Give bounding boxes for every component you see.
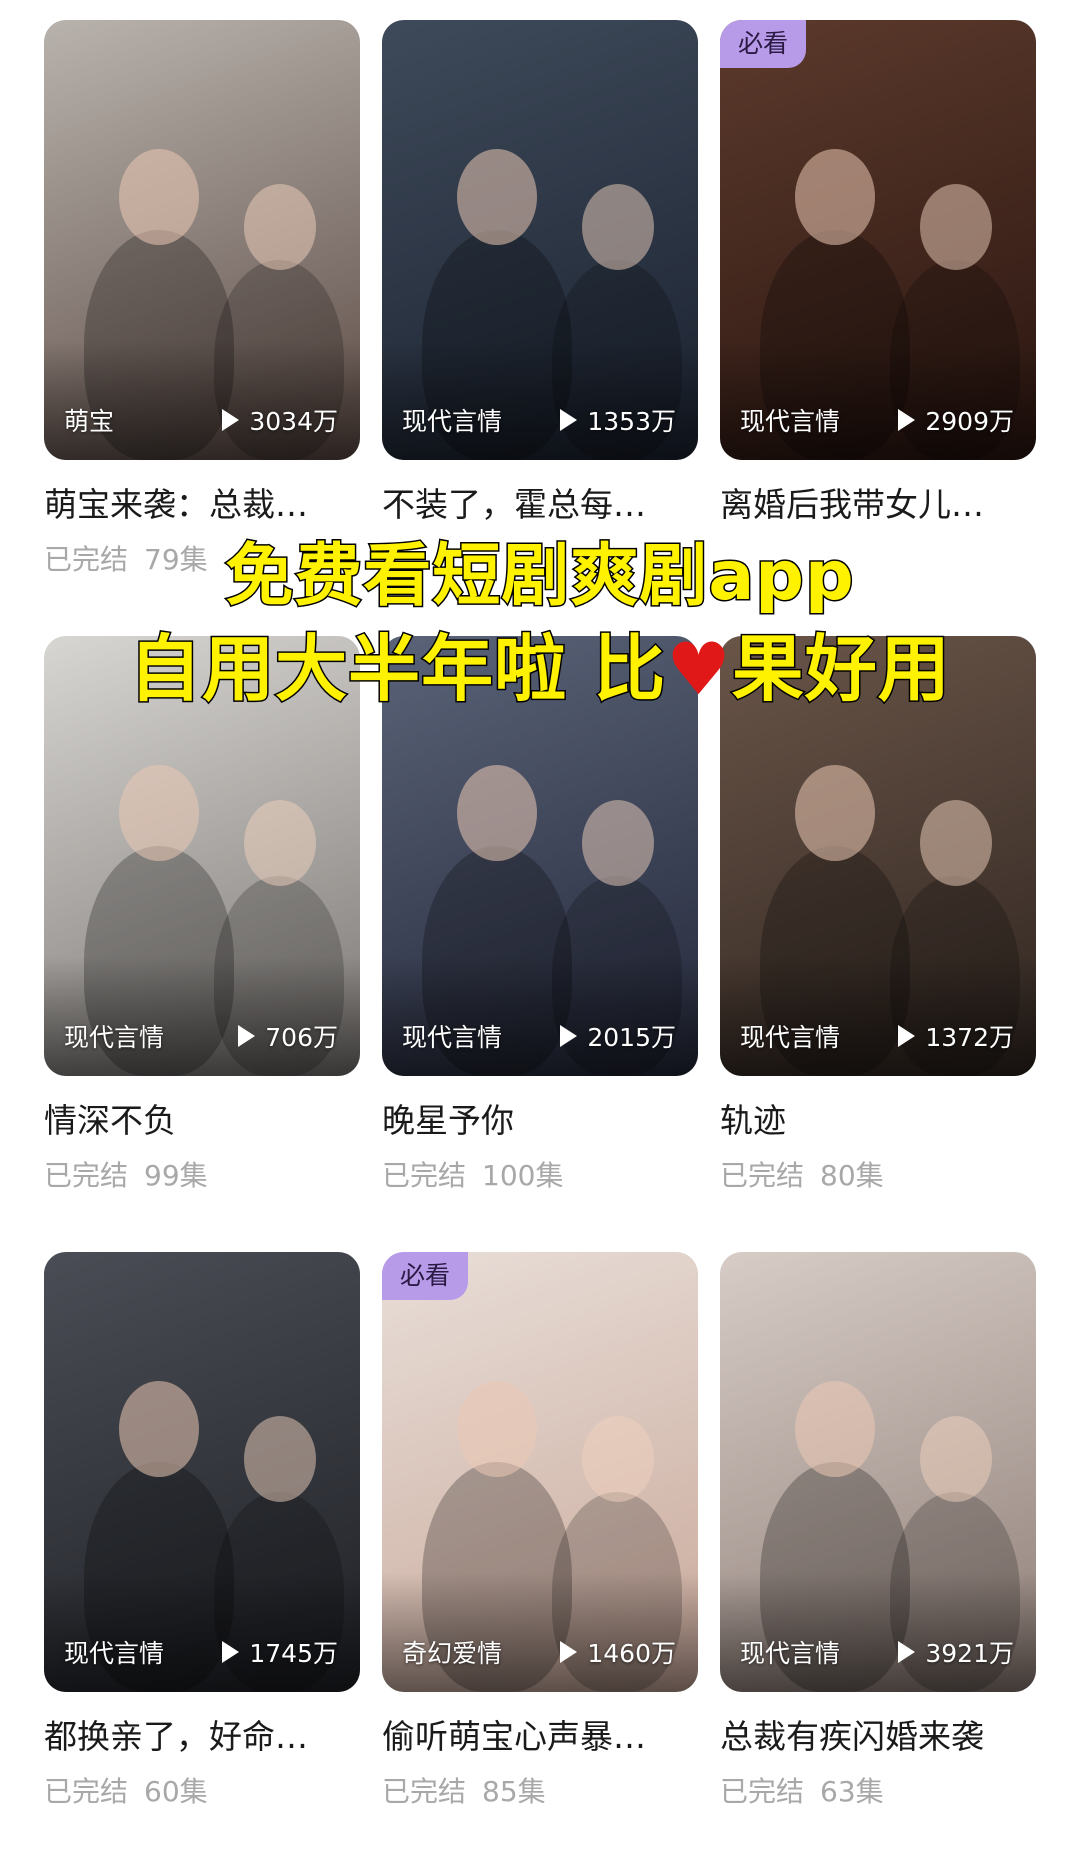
play-count-value: 1460万 xyxy=(587,1639,676,1668)
poster-gradient xyxy=(720,956,1036,1076)
drama-title[interactable]: 总裁有疾闪婚来袭 xyxy=(720,1716,1036,1758)
play-count: 1460万 xyxy=(560,1634,676,1670)
drama-meta: 已完结 99集 xyxy=(44,1158,360,1194)
drama-meta: 已完结 80集 xyxy=(720,1158,1036,1194)
poster-gradient xyxy=(382,340,698,460)
play-count-value: 2909万 xyxy=(925,407,1014,436)
drama-meta: 已完结 63集 xyxy=(720,1774,1036,1810)
drama-poster[interactable]: 现代言情 2015万 xyxy=(382,636,698,1076)
play-count: 1372万 xyxy=(898,1018,1014,1054)
genre-label: 现代言情 xyxy=(64,1639,165,1668)
episode-count: 63集 xyxy=(820,1775,884,1808)
drama-meta: 已完结 79集 xyxy=(44,542,360,578)
episode-count: 100集 xyxy=(482,1159,564,1192)
drama-title[interactable]: 都换亲了，好命… xyxy=(44,1716,360,1758)
drama-poster[interactable]: 萌宝 3034万 xyxy=(44,20,360,460)
completion-status: 已完结 xyxy=(382,1159,467,1192)
drama-card[interactable]: 必看现代言情 2909万离婚后我带女儿… xyxy=(720,20,1036,636)
drama-title[interactable]: 不装了，霍总每… xyxy=(382,484,698,526)
play-count: 3034万 xyxy=(222,402,338,438)
play-count: 1745万 xyxy=(222,1634,338,1670)
drama-poster[interactable]: 必看奇幻爱情 1460万 xyxy=(382,1252,698,1692)
completion-status: 已完结 xyxy=(44,1775,129,1808)
play-count-value: 1353万 xyxy=(587,407,676,436)
genre-label: 奇幻爱情 xyxy=(402,1639,503,1668)
episode-count: 80集 xyxy=(820,1159,884,1192)
play-count-value: 3034万 xyxy=(249,407,338,436)
play-icon xyxy=(560,1641,578,1663)
genre-label: 现代言情 xyxy=(64,1023,165,1052)
play-icon xyxy=(898,409,916,431)
drama-title[interactable]: 偷听萌宝心声暴… xyxy=(382,1716,698,1758)
poster-gradient xyxy=(382,1572,698,1692)
genre-label: 现代言情 xyxy=(402,1023,503,1052)
play-icon xyxy=(238,1025,256,1047)
genre-label: 现代言情 xyxy=(740,407,841,436)
drama-title[interactable]: 晚星予你 xyxy=(382,1100,698,1142)
play-icon xyxy=(898,1641,916,1663)
must-watch-badge: 必看 xyxy=(720,20,806,68)
completion-status: 已完结 xyxy=(720,1775,805,1808)
poster-gradient xyxy=(44,340,360,460)
play-count: 2015万 xyxy=(560,1018,676,1054)
drama-card[interactable]: 必看奇幻爱情 1460万偷听萌宝心声暴… 已完结 85集 xyxy=(382,1252,698,1868)
drama-meta: 已完结 60集 xyxy=(44,1774,360,1810)
drama-poster[interactable]: 现代言情 1745万 xyxy=(44,1252,360,1692)
genre-label: 萌宝 xyxy=(64,407,115,436)
drama-card[interactable]: 现代言情 3921万总裁有疾闪婚来袭已完结 63集 xyxy=(720,1252,1036,1868)
play-count-value: 1372万 xyxy=(925,1023,1014,1052)
episode-count: 99集 xyxy=(144,1159,208,1192)
drama-meta: 已完结 85集 xyxy=(382,1774,698,1810)
play-count: 2909万 xyxy=(898,402,1014,438)
play-icon xyxy=(560,409,578,431)
drama-card[interactable]: 现代言情 1372万轨迹已完结 80集 xyxy=(720,636,1036,1252)
episode-count: 79集 xyxy=(144,543,208,576)
drama-card[interactable]: 萌宝 3034万萌宝来袭：总裁… 已完结 79集 xyxy=(44,20,360,636)
drama-title[interactable]: 轨迹 xyxy=(720,1100,1036,1142)
play-count-value: 1745万 xyxy=(249,1639,338,1668)
drama-meta: 已完结 100集 xyxy=(382,1158,698,1194)
drama-poster[interactable]: 现代言情 1372万 xyxy=(720,636,1036,1076)
play-icon xyxy=(222,1641,240,1663)
poster-gradient xyxy=(720,1572,1036,1692)
drama-poster[interactable]: 现代言情 3921万 xyxy=(720,1252,1036,1692)
episode-count: 60集 xyxy=(144,1775,208,1808)
play-icon xyxy=(222,409,240,431)
drama-grid: 萌宝 3034万 萌宝来袭：总裁… 已完结 79集 现代言情 1353万 不装了，霍总每… 必看… xyxy=(44,20,1036,1868)
poster-gradient xyxy=(720,340,1036,460)
play-icon xyxy=(898,1025,916,1047)
genre-label: 现代言情 xyxy=(402,407,503,436)
play-count: 1353万 xyxy=(560,402,676,438)
poster-gradient xyxy=(44,956,360,1076)
drama-card[interactable]: 现代言情 1353万不装了，霍总每… xyxy=(382,20,698,636)
completion-status: 已完结 xyxy=(720,1159,805,1192)
completion-status: 已完结 xyxy=(44,543,129,576)
poster-gradient xyxy=(44,1572,360,1692)
must-watch-badge: 必看 xyxy=(382,1252,468,1300)
drama-poster[interactable]: 现代言情 1353万 xyxy=(382,20,698,460)
genre-label: 现代言情 xyxy=(740,1023,841,1052)
play-count: 3921万 xyxy=(898,1634,1014,1670)
episode-count: 85集 xyxy=(482,1775,546,1808)
poster-gradient xyxy=(382,956,698,1076)
drama-poster[interactable]: 现代言情 706万 xyxy=(44,636,360,1076)
drama-title[interactable]: 情深不负 xyxy=(44,1100,360,1142)
drama-card[interactable]: 现代言情 706万情深不负已完结 99集 xyxy=(44,636,360,1252)
play-count-value: 3921万 xyxy=(925,1639,1014,1668)
drama-card[interactable]: 现代言情 2015万晚星予你已完结 100集 xyxy=(382,636,698,1252)
genre-label: 现代言情 xyxy=(740,1639,841,1668)
play-count-value: 706万 xyxy=(265,1023,338,1052)
play-icon xyxy=(560,1025,578,1047)
play-count: 706万 xyxy=(238,1018,338,1054)
drama-title[interactable]: 离婚后我带女儿… xyxy=(720,484,1036,526)
play-count-value: 2015万 xyxy=(587,1023,676,1052)
drama-card[interactable]: 现代言情 1745万都换亲了，好命… 已完结 60集 xyxy=(44,1252,360,1868)
drama-title[interactable]: 萌宝来袭：总裁… xyxy=(44,484,360,526)
completion-status: 已完结 xyxy=(44,1159,129,1192)
completion-status: 已完结 xyxy=(382,1775,467,1808)
drama-poster[interactable]: 必看现代言情 2909万 xyxy=(720,20,1036,460)
